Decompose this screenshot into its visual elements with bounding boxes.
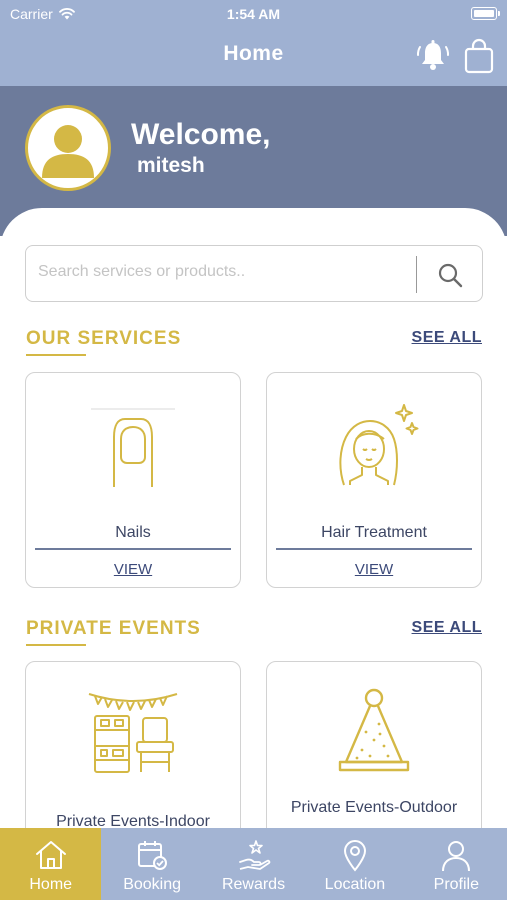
card-divider — [35, 548, 231, 550]
search-button[interactable] — [430, 258, 470, 292]
card-divider — [276, 548, 472, 550]
event-card-label: Private Events-Indoor — [56, 813, 210, 828]
location-pin-icon — [343, 840, 366, 872]
services-see-all-link[interactable]: SEE ALL — [412, 329, 482, 347]
user-icon — [442, 841, 471, 872]
service-card-label: Nails — [115, 524, 151, 541]
event-card-outdoor[interactable]: Private Events-Outdoor — [266, 661, 482, 828]
search-icon — [438, 263, 463, 288]
bottom-tab-bar: Home Booking Rewards Location Profile — [0, 828, 507, 900]
service-view-link[interactable]: VIEW — [26, 561, 240, 578]
service-card-nails[interactable]: Nails VIEW — [25, 372, 241, 588]
events-title-underline — [26, 644, 86, 646]
welcome-username: mitesh — [137, 154, 205, 177]
status-bar: Carrier 1:54 AM — [0, 0, 507, 28]
tab-label: Home — [29, 876, 73, 893]
nail-icon — [91, 408, 175, 487]
tab-rewards[interactable]: Rewards — [203, 828, 304, 900]
status-time: 1:54 AM — [226, 6, 281, 22]
tab-label: Booking — [123, 876, 182, 893]
user-avatar-icon — [42, 125, 94, 178]
welcome-greeting: Welcome, — [131, 118, 271, 151]
shopping-bag-icon[interactable] — [463, 38, 495, 74]
battery-icon — [471, 7, 500, 20]
home-icon — [35, 841, 66, 869]
service-card-label: Hair Treatment — [321, 524, 427, 541]
search-bar — [25, 245, 483, 302]
main-content: OUR SERVICES SEE ALL Nails VIEW — [0, 208, 507, 828]
service-view-link[interactable]: VIEW — [267, 561, 481, 578]
events-section-title: PRIVATE EVENTS — [26, 618, 201, 639]
indoor-party-icon — [88, 693, 178, 773]
app-header: Carrier 1:54 AM Home — [0, 0, 507, 86]
search-divider — [416, 256, 417, 293]
party-hat-icon — [338, 688, 410, 772]
avatar[interactable] — [25, 105, 111, 191]
event-card-label: Private Events-Outdoor — [290, 799, 458, 816]
search-input[interactable] — [38, 263, 408, 281]
bell-icon[interactable] — [415, 38, 451, 74]
services-title-underline — [26, 354, 86, 356]
services-section-title: OUR SERVICES — [26, 328, 182, 349]
tab-profile[interactable]: Profile — [406, 828, 507, 900]
tab-label: Location — [324, 876, 386, 893]
tab-label: Rewards — [221, 876, 286, 893]
tab-home[interactable]: Home — [0, 828, 102, 900]
event-card-indoor[interactable]: Private Events-Indoor — [25, 661, 241, 828]
service-card-hair-treatment[interactable]: Hair Treatment VIEW — [266, 372, 482, 588]
calendar-icon — [138, 841, 168, 870]
tab-location[interactable]: Location — [304, 828, 405, 900]
events-see-all-link[interactable]: SEE ALL — [412, 619, 482, 637]
tab-label: Profile — [433, 876, 479, 893]
rewards-icon — [238, 840, 270, 870]
hair-treatment-icon — [339, 404, 419, 486]
tab-booking[interactable]: Booking — [101, 828, 202, 900]
